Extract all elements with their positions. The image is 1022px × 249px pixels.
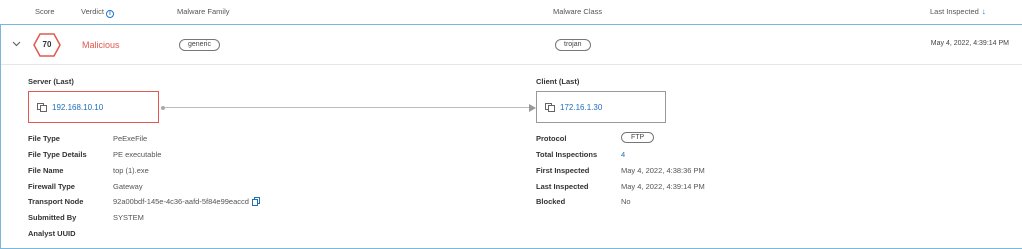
chevron-down-icon[interactable] <box>12 39 21 49</box>
table-row: 70 Malicious generic trojan May 4, 2022,… <box>0 24 1022 249</box>
last-inspected-value: May 4, 2022, 4:39:14 PM <box>930 40 1009 47</box>
malware-family-pill: generic <box>179 39 220 51</box>
server-node-icon <box>37 102 47 112</box>
column-header-last-inspected[interactable]: Last Inspected ↓ <box>930 7 986 16</box>
server-node-box[interactable]: 192.168.10.10 <box>28 91 159 123</box>
column-header-last-inspected-label: Last Inspected <box>930 7 979 16</box>
server-label: Server (Last) <box>28 77 74 86</box>
table-header: Score Verdict i Malware Family Malware Cl… <box>0 0 1022 24</box>
total-inspections-label: Total Inspections <box>536 150 598 159</box>
last-inspected-detail-label: Last Inspected <box>536 182 589 191</box>
file-type-details-value: PE executable <box>113 150 162 159</box>
firewall-type-value: Gateway <box>113 182 143 191</box>
file-type-value: PeExeFile <box>113 134 148 143</box>
file-name-label: File Name <box>28 166 64 175</box>
last-inspected-detail-value: May 4, 2022, 4:39:14 PM <box>621 182 705 191</box>
score-badge: 70 <box>33 33 61 57</box>
verdict-text: Malicious <box>82 40 120 50</box>
transport-node-field: 92a00bdf-145e-4c36-aafd-5f84e99eaccd <box>113 197 260 208</box>
client-label: Client (Last) <box>536 77 580 86</box>
submitted-by-label: Submitted By <box>28 213 77 222</box>
column-header-verdict-label: Verdict <box>81 7 104 16</box>
transport-node-value: 92a00bdf-145e-4c36-aafd-5f84e99eaccd <box>113 197 249 206</box>
file-name-value: top (1).exe <box>113 166 149 175</box>
first-inspected-value: May 4, 2022, 4:38:36 PM <box>621 166 705 175</box>
client-ip[interactable]: 172.16.1.30 <box>560 103 602 112</box>
blocked-label: Blocked <box>536 197 566 206</box>
total-inspections-link[interactable]: 4 <box>621 150 625 159</box>
connector-arrow-icon <box>529 104 536 112</box>
sort-down-arrow-icon[interactable]: ↓ <box>982 7 986 16</box>
column-header-score[interactable]: Score <box>35 7 55 16</box>
column-header-malware-family[interactable]: Malware Family <box>177 7 230 16</box>
client-node-icon <box>545 102 555 112</box>
column-header-verdict[interactable]: Verdict i <box>81 7 114 18</box>
analyst-uuid-label: Analyst UUID <box>28 229 76 238</box>
firewall-type-label: Firewall Type <box>28 182 75 191</box>
file-type-label: File Type <box>28 134 60 143</box>
copy-icon[interactable] <box>251 197 260 208</box>
client-node-box[interactable]: 172.16.1.30 <box>536 91 666 123</box>
row-summary[interactable]: 70 Malicious generic trojan May 4, 2022,… <box>1 25 1022 65</box>
column-header-malware-class[interactable]: Malware Class <box>553 7 602 16</box>
connector-line <box>165 107 529 108</box>
submitted-by-value: SYSTEM <box>113 213 144 222</box>
blocked-value: No <box>621 197 631 206</box>
protocol-pill: FTP <box>621 132 655 143</box>
first-inspected-label: First Inspected <box>536 166 590 175</box>
protocol-label: Protocol <box>536 134 567 143</box>
transport-node-label: Transport Node <box>28 197 84 206</box>
server-ip[interactable]: 192.168.10.10 <box>52 103 103 112</box>
score-value: 70 <box>42 40 52 49</box>
malware-class-pill: trojan <box>555 39 591 51</box>
info-icon[interactable]: i <box>105 10 114 18</box>
file-type-details-label: File Type Details <box>28 150 87 159</box>
